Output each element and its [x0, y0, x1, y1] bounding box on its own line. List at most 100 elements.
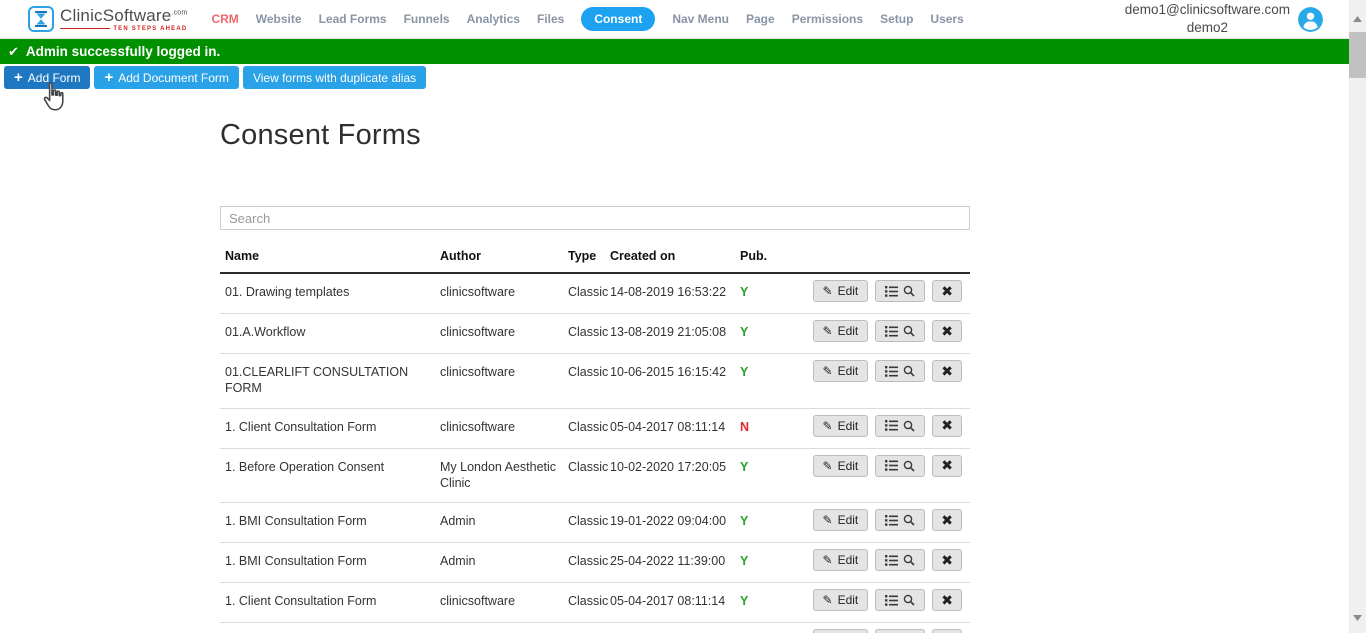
preview-button[interactable] [875, 589, 925, 611]
nav-item-files[interactable]: Files [537, 12, 564, 26]
table-row: 1. BMI Consultation Form Admin Classic 2… [220, 543, 970, 583]
form-created-on: 05-04-2017 08:11:14 [610, 593, 740, 609]
edit-button[interactable]: ✎ Edit [813, 549, 869, 571]
brand-logo[interactable]: ClinicSoftware.com TEN STEPS AHEAD [28, 6, 187, 32]
form-name: 1. BMI Consultation Form [225, 513, 440, 529]
preview-button[interactable] [875, 280, 925, 302]
edit-button[interactable]: ✎ Edit [813, 320, 869, 342]
edit-button[interactable]: ✎ Edit [813, 589, 869, 611]
edit-button[interactable]: ✎ Edit [813, 415, 869, 437]
edit-button[interactable]: ✎ Edit [813, 360, 869, 382]
form-author: Admin [440, 553, 568, 569]
delete-button[interactable]: ✖ [932, 589, 962, 611]
pencil-icon: ✎ [823, 553, 833, 567]
nav-item-permissions[interactable]: Permissions [792, 12, 863, 26]
x-icon: ✖ [941, 323, 953, 340]
pencil-icon: ✎ [823, 324, 833, 338]
form-type: Classic [568, 324, 610, 340]
add-document-form-button[interactable]: + Add Document Form [94, 66, 238, 89]
list-icon [885, 555, 898, 566]
edit-button[interactable]: ✎ Edit [813, 509, 869, 531]
pencil-icon: ✎ [823, 459, 833, 473]
form-author: clinicsoftware [440, 324, 568, 340]
nav-item-nav-menu[interactable]: Nav Menu [672, 12, 729, 26]
form-created-on: 25-04-2022 11:39:00 [610, 553, 740, 569]
form-published-flag: Y [740, 513, 795, 529]
delete-button[interactable]: ✖ [932, 320, 962, 342]
form-name: 1. Before Operation Consent [225, 459, 440, 475]
main-area: ClinicSoftware.com TEN STEPS AHEAD CRM We… [0, 0, 1349, 633]
edit-button[interactable]: ✎ Edit [813, 629, 869, 633]
add-form-button[interactable]: + Add Form [4, 66, 90, 89]
header-author: Author [440, 249, 568, 263]
form-created-on: 10-06-2015 16:15:42 [610, 364, 740, 380]
page-content: Consent Forms Name Author Type Created o… [220, 119, 970, 633]
nav-item-consent[interactable]: Consent [581, 7, 655, 31]
edit-button[interactable]: ✎ Edit [813, 280, 869, 302]
nav-item-setup[interactable]: Setup [880, 12, 913, 26]
preview-button[interactable] [875, 360, 925, 382]
view-forms-with-duplicate-alias-button[interactable]: View forms with duplicate alias [243, 66, 426, 89]
delete-button[interactable]: ✖ [932, 509, 962, 531]
user-avatar-icon[interactable] [1298, 7, 1323, 32]
preview-button[interactable] [875, 509, 925, 531]
form-created-on: 14-08-2019 16:53:22 [610, 284, 740, 300]
toolbar: + Add Form + Add Document Form View form… [4, 66, 1349, 89]
row-actions: ✎ Edit ✖ [795, 320, 970, 342]
consent-forms-table: Name Author Type Created on Pub. 01. Dra… [220, 243, 970, 633]
scroll-thumb[interactable] [1349, 32, 1366, 78]
preview-button[interactable] [875, 549, 925, 571]
user-block[interactable]: demo1@clinicsoftware.com demo2 [1125, 1, 1323, 36]
magnifier-icon [903, 554, 915, 566]
edit-button[interactable]: ✎ Edit [813, 455, 869, 477]
list-icon [885, 515, 898, 526]
delete-button[interactable]: ✖ [932, 549, 962, 571]
row-actions: ✎ Edit ✖ [795, 549, 970, 571]
form-published-flag: Y [740, 553, 795, 569]
row-actions: ✎ Edit ✖ [795, 509, 970, 531]
delete-button[interactable]: ✖ [932, 629, 962, 633]
form-type: Classic [568, 593, 610, 609]
form-name: 01.A.Workflow [225, 324, 440, 340]
x-icon: ✖ [941, 552, 953, 569]
nav-item-funnels[interactable]: Funnels [404, 12, 450, 26]
list-icon [885, 460, 898, 471]
preview-button[interactable] [875, 415, 925, 437]
x-icon: ✖ [941, 363, 953, 380]
nav-item-users[interactable]: Users [930, 12, 963, 26]
preview-button[interactable] [875, 320, 925, 342]
form-published-flag: Y [740, 364, 795, 380]
brand-text: ClinicSoftware.com TEN STEPS AHEAD [60, 7, 187, 32]
delete-button[interactable]: ✖ [932, 415, 962, 437]
list-icon [885, 595, 898, 606]
nav-menu: CRM Website Lead Forms Funnels Analytics File… [211, 7, 963, 31]
list-icon [885, 420, 898, 431]
delete-button[interactable]: ✖ [932, 455, 962, 477]
magnifier-icon [903, 460, 915, 472]
preview-button[interactable] [875, 629, 925, 633]
row-actions: ✎ Edit ✖ [795, 629, 970, 633]
magnifier-icon [903, 365, 915, 377]
scrollbar[interactable] [1349, 0, 1366, 633]
delete-button[interactable]: ✖ [932, 360, 962, 382]
nav-item-analytics[interactable]: Analytics [467, 12, 520, 26]
search-input[interactable] [220, 206, 970, 230]
preview-button[interactable] [875, 455, 925, 477]
nav-item-lead-forms[interactable]: Lead Forms [319, 12, 387, 26]
x-icon: ✖ [941, 417, 953, 434]
table-row: 1. Client Consultation Form clinicsoftwa… [220, 409, 970, 449]
row-actions: ✎ Edit ✖ [795, 280, 970, 302]
scroll-down-button[interactable] [1349, 611, 1366, 625]
scroll-up-button[interactable] [1349, 12, 1366, 26]
form-author: clinicsoftware [440, 419, 568, 435]
form-published-flag: Y [740, 284, 795, 300]
nav-item-crm[interactable]: CRM [211, 12, 238, 26]
row-actions: ✎ Edit ✖ [795, 360, 970, 382]
page-title: Consent Forms [220, 119, 970, 152]
form-type: Classic [568, 419, 610, 435]
nav-item-website[interactable]: Website [256, 12, 302, 26]
pencil-icon: ✎ [823, 419, 833, 433]
delete-button[interactable]: ✖ [932, 280, 962, 302]
table-row: 1. Before Operation Consent My London Ae… [220, 449, 970, 504]
nav-item-page[interactable]: Page [746, 12, 775, 26]
